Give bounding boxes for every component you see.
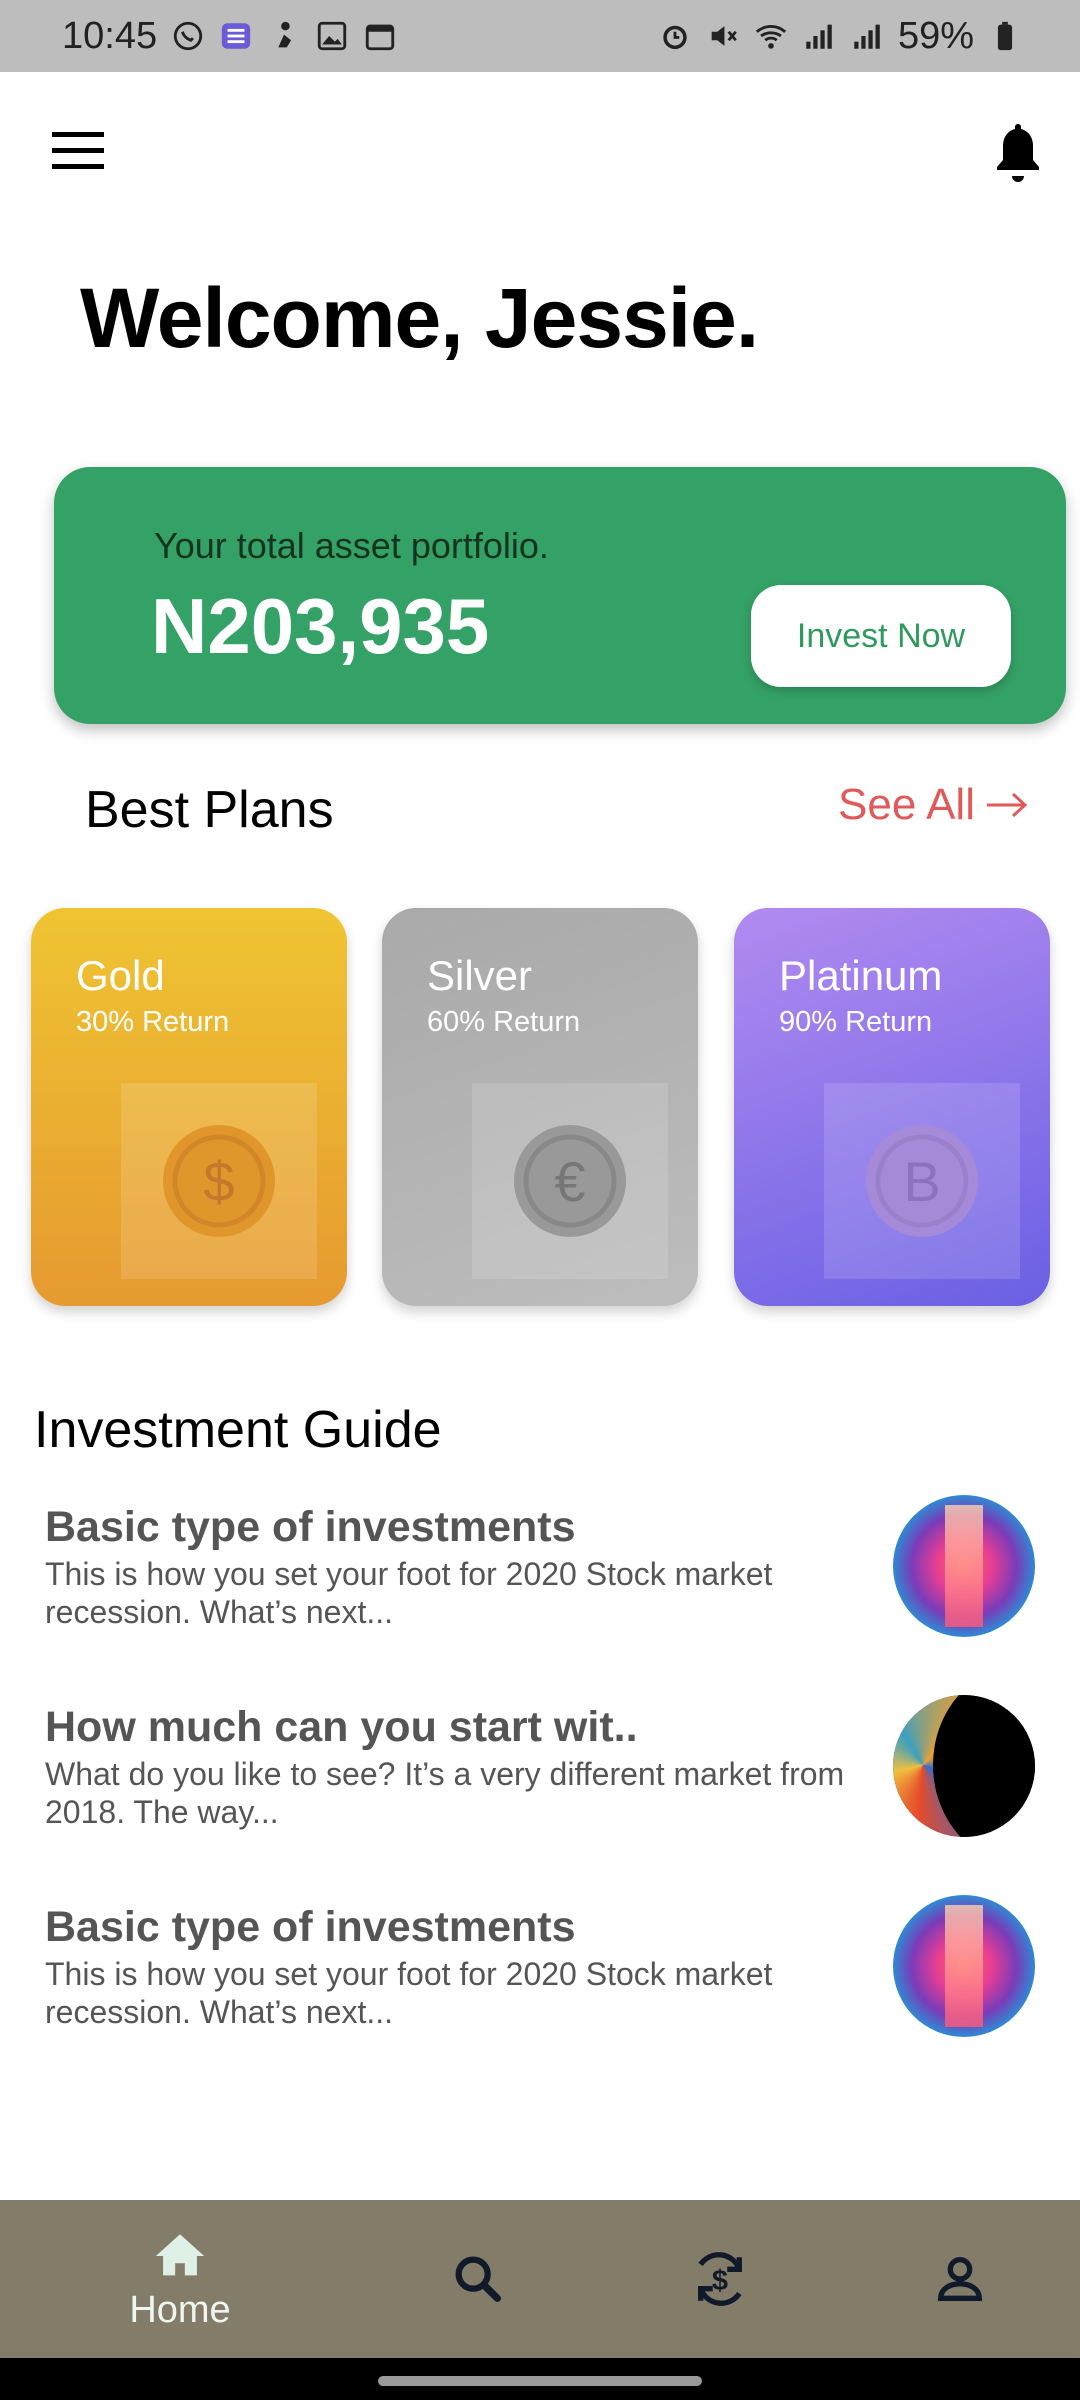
skater-app-icon xyxy=(267,19,301,53)
nav-home[interactable]: Home xyxy=(100,2200,260,2358)
guide-description: This is how you set your foot for 2020 S… xyxy=(45,1556,773,1630)
guide-article[interactable]: Basic type of investments This is how yo… xyxy=(0,1895,1080,2053)
nav-home-label: Home xyxy=(129,2288,231,2331)
guide-thumbnail xyxy=(893,1495,1035,1637)
plan-card-gold[interactable]: Gold 30% Return $ xyxy=(31,908,347,1306)
signal-icon xyxy=(802,19,836,53)
nav-profile[interactable] xyxy=(920,2200,1000,2358)
svg-text:B: B xyxy=(903,1150,940,1213)
plan-card-platinum[interactable]: Platinum 90% Return B xyxy=(734,908,1050,1306)
dollar-coin-icon: $ xyxy=(121,1083,317,1279)
best-plans-title: Best Plans xyxy=(85,781,334,839)
battery-icon xyxy=(988,19,1022,53)
signal-icon xyxy=(850,19,884,53)
alarm-icon xyxy=(658,19,692,53)
see-all-link[interactable]: See All xyxy=(838,780,1029,830)
investment-guide-title: Investment Guide xyxy=(34,1401,442,1459)
portfolio-card: Your total asset portfolio. N203,935 Inv… xyxy=(54,467,1066,724)
status-time: 10:45 xyxy=(62,14,158,57)
battery-percent: 59% xyxy=(897,14,974,57)
svg-text:$: $ xyxy=(712,2265,728,2297)
currency-exchange-icon: $ xyxy=(698,2252,742,2306)
portfolio-amount: N203,935 xyxy=(151,582,490,670)
portfolio-label: Your total asset portfolio. xyxy=(154,525,549,566)
invest-now-button[interactable]: Invest Now xyxy=(751,585,1011,687)
bitcoin-coin-icon: B xyxy=(824,1083,1020,1279)
plan-name: Silver xyxy=(427,952,533,999)
home-icon xyxy=(155,2233,205,2275)
euro-coin-icon: € xyxy=(472,1083,668,1279)
whatsapp-icon xyxy=(171,19,205,53)
gallery-icon xyxy=(315,19,349,53)
plan-name: Platinum xyxy=(779,952,943,999)
calendar-icon xyxy=(363,19,397,53)
nav-exchange[interactable]: $ xyxy=(680,2200,760,2358)
guide-heading: How much can you start wit.. xyxy=(45,1703,638,1751)
guide-heading: Basic type of investments xyxy=(45,1503,576,1551)
plan-card-silver[interactable]: Silver 60% Return € xyxy=(382,908,698,1306)
plan-return: 90% Return xyxy=(779,1006,933,1038)
search-icon xyxy=(455,2256,501,2302)
welcome-heading: Welcome, Jessie. xyxy=(80,271,759,365)
plan-return: 60% Return xyxy=(427,1006,581,1038)
guide-thumbnail xyxy=(893,1695,1035,1837)
guide-article[interactable]: Basic type of investments This is how yo… xyxy=(0,1495,1080,1653)
plan-name: Gold xyxy=(76,952,165,999)
gesture-handle[interactable] xyxy=(378,2376,702,2386)
see-all-label: See All xyxy=(838,780,975,829)
svg-text:$: $ xyxy=(203,1150,234,1213)
guide-heading: Basic type of investments xyxy=(45,1903,576,1951)
guide-description: This is how you set your foot for 2020 S… xyxy=(45,1956,773,2030)
wifi-icon xyxy=(754,19,788,53)
plan-return: 30% Return xyxy=(76,1006,230,1038)
hamburger-menu-icon[interactable] xyxy=(50,126,106,176)
mute-icon xyxy=(706,19,740,53)
nav-search[interactable] xyxy=(438,2200,518,2358)
svg-text:€: € xyxy=(554,1150,585,1213)
profile-icon xyxy=(938,2257,982,2301)
bottom-navigation: Home $ xyxy=(0,2200,1080,2358)
list-app-icon xyxy=(219,19,253,53)
guide-description: What do you like to see? It’s a very dif… xyxy=(45,1756,845,1830)
arrow-right-icon xyxy=(986,792,1028,818)
guide-article[interactable]: How much can you start wit.. What do you… xyxy=(0,1695,1080,1853)
guide-thumbnail xyxy=(893,1895,1035,2037)
status-bar: 10:45 59% xyxy=(0,0,1080,72)
bell-icon[interactable] xyxy=(990,120,1046,182)
gesture-navigation-bar xyxy=(0,2358,1080,2400)
